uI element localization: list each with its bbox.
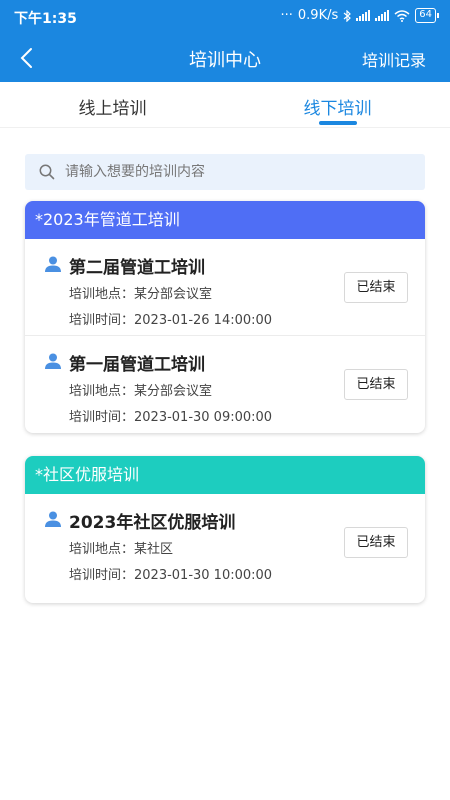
- training-records-button[interactable]: 培训记录: [362, 47, 426, 71]
- training-time: 培训时间：2023-01-26 14:00:00: [69, 313, 273, 328]
- status-button[interactable]: 已结束: [344, 369, 408, 400]
- status-indicators: ··· 0.9K/s 64: [280, 8, 439, 23]
- person-icon: [45, 256, 61, 272]
- training-group-card: *社区优服培训 2023年社区优服培训 培训地点：某社区 培训时间：2023-0…: [25, 456, 425, 603]
- status-button[interactable]: 已结束: [344, 527, 408, 558]
- training-location: 培训地点：某分部会议室: [69, 287, 213, 302]
- nav-bar: 培训中心 培训记录: [0, 34, 450, 82]
- status-time: 下午1:35: [14, 11, 77, 27]
- tab-online-training[interactable]: 线上培训: [0, 82, 225, 127]
- search-input[interactable]: [65, 164, 405, 180]
- training-item[interactable]: 第二届管道工培训 培训地点：某分部会议室 培训时间：2023-01-26 14:…: [25, 239, 425, 336]
- net-speed: 0.9K/s: [297, 8, 339, 23]
- group-header: *2023年管道工培训: [25, 201, 425, 239]
- person-icon: [45, 511, 61, 527]
- bluetooth-icon: [343, 9, 352, 22]
- group-header: *社区优服培训: [25, 456, 425, 494]
- training-name: 第一届管道工培训: [69, 355, 205, 375]
- signal-icon: [356, 10, 371, 21]
- person-icon: [45, 353, 61, 369]
- status-button[interactable]: 已结束: [344, 272, 408, 303]
- training-location: 培训地点：某社区: [69, 542, 174, 557]
- battery-icon: 64: [415, 8, 439, 23]
- wifi-icon: [394, 9, 410, 22]
- dots-icon: ···: [280, 8, 293, 23]
- tab-offline-training[interactable]: 线下培训: [225, 82, 450, 127]
- training-item[interactable]: 2023年社区优服培训 培训地点：某社区 培训时间：2023-01-30 10:…: [25, 494, 425, 603]
- search-bar[interactable]: [25, 154, 425, 190]
- training-time: 培训时间：2023-01-30 09:00:00: [69, 410, 273, 425]
- training-location: 培训地点：某分部会议室: [69, 384, 213, 399]
- training-name: 第二届管道工培训: [69, 258, 205, 278]
- signal-icon-2: [375, 10, 390, 21]
- tab-bar: 线上培训 线下培训: [0, 82, 450, 128]
- training-item[interactable]: 第一届管道工培训 培训地点：某分部会议室 培训时间：2023-01-30 09:…: [25, 336, 425, 433]
- search-icon: [39, 164, 55, 180]
- status-bar: 下午1:35 ··· 0.9K/s 64: [0, 0, 450, 34]
- training-group-card: *2023年管道工培训 第二届管道工培训 培训地点：某分部会议室 培训时间：20…: [25, 201, 425, 433]
- training-time: 培训时间：2023-01-30 10:00:00: [69, 568, 273, 583]
- training-name: 2023年社区优服培训: [69, 513, 236, 533]
